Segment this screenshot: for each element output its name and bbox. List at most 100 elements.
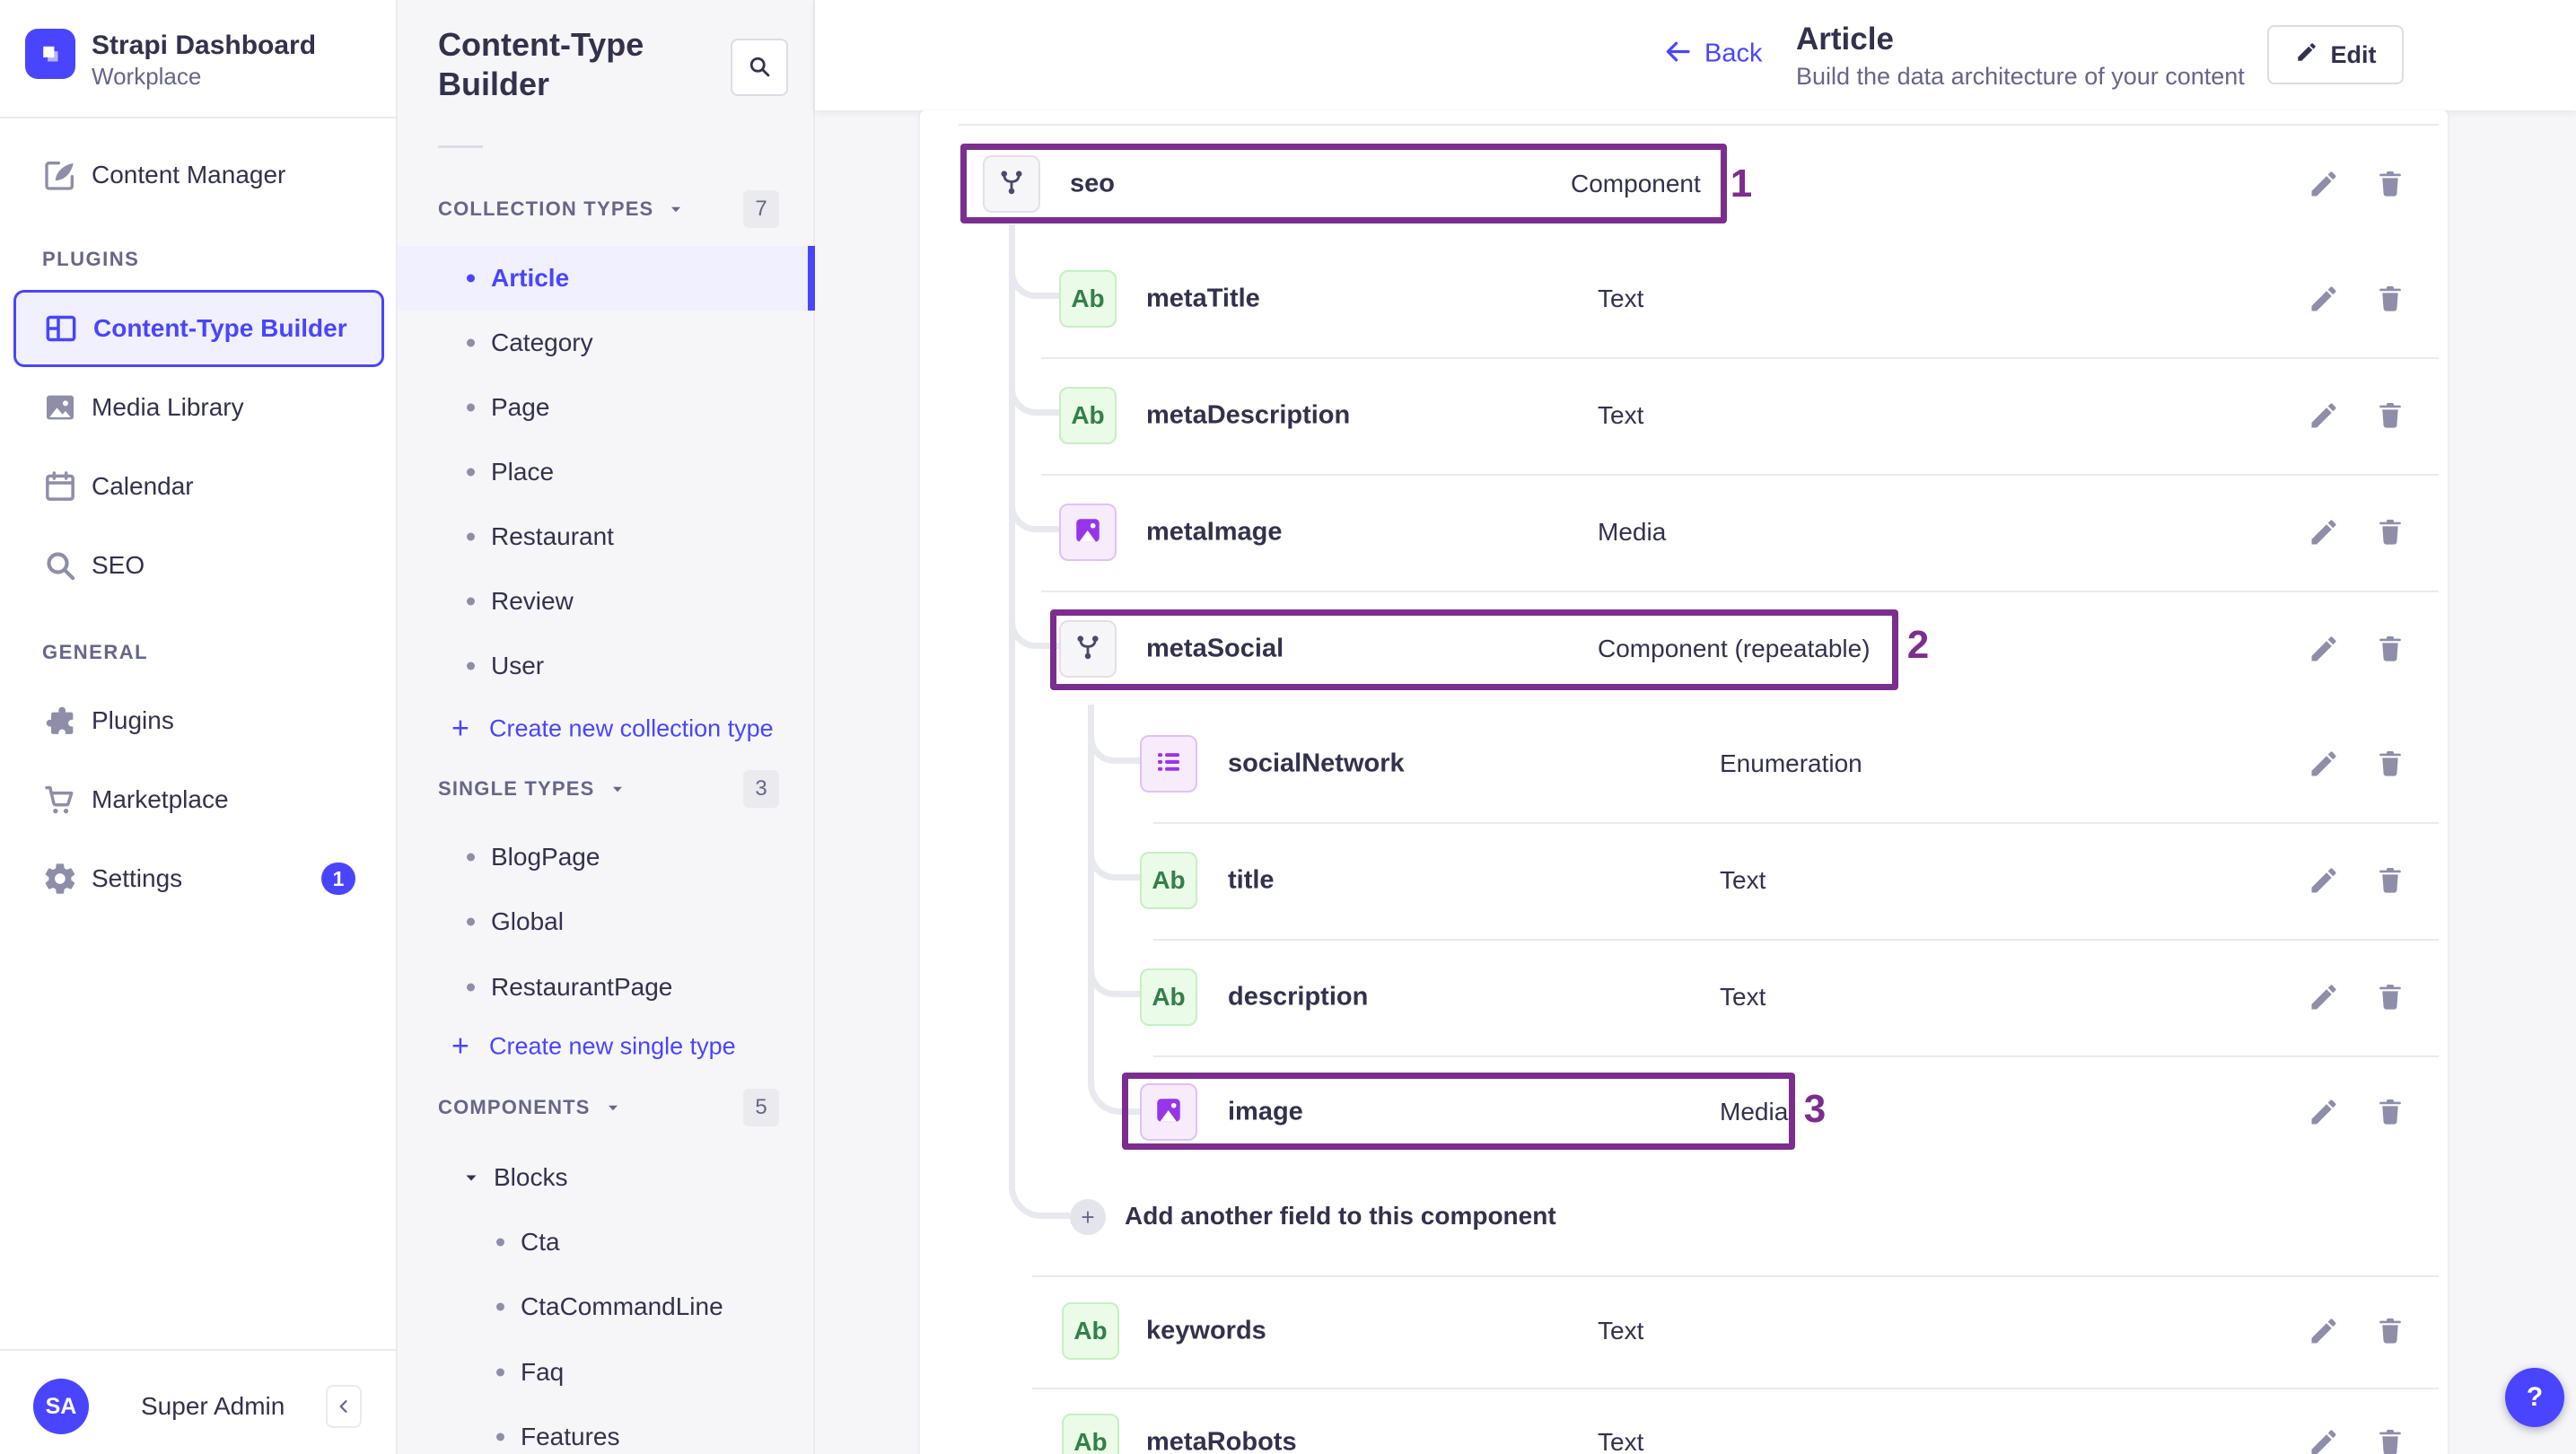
add-field-to-component-label[interactable]: Add another field to this component [1125,1202,1556,1231]
puzzle-icon [42,703,78,739]
row-divider [1032,1388,2439,1389]
edit-field-button[interactable] [2308,748,2340,780]
sidebar-item-settings[interactable]: Settings 1 [0,845,398,913]
panel-section-components[interactable]: COMPONENTS 5 [398,1085,815,1130]
panel-item-faq[interactable]: Faq [398,1340,815,1405]
edit-field-button[interactable] [2308,399,2340,432]
delete-field-button[interactable] [2374,633,2406,665]
panel-item-label: Article [491,264,570,292]
panel-action-label: Create new single type [489,1032,736,1060]
panel-item-features[interactable]: Features [398,1405,815,1454]
search-button[interactable] [731,39,788,96]
panel-section-count: 3 [743,770,779,808]
trash-icon [2374,1430,2406,1454]
delete-field-button[interactable] [2374,1315,2406,1347]
edit-field-button[interactable] [2308,283,2340,315]
panel-section-label: SINGLE TYPES [438,777,595,800]
sidebar-item-label: Settings [92,864,183,892]
sidebar-item-marketplace[interactable]: Marketplace [0,766,398,834]
sidebar-item-media-library[interactable]: Media Library [0,373,398,442]
delete-field-button[interactable] [2374,864,2406,897]
chevron-down-icon [666,199,686,219]
edit-field-button[interactable] [2308,1096,2340,1128]
add-field-to-component-button[interactable]: + [1070,1199,1106,1235]
edit-field-button[interactable] [2308,168,2340,200]
delete-field-button[interactable] [2374,283,2406,315]
pencil-icon [2308,520,2340,551]
collapse-sidebar-button[interactable] [326,1385,362,1428]
field-name-metaimage: metaImage [1146,517,1283,547]
trash-icon [2374,286,2406,318]
panel-item-user[interactable]: User [398,634,815,698]
panel-section-single-types[interactable]: SINGLE TYPES 3 [398,766,815,811]
panel-item-place[interactable]: Place [398,440,815,504]
field-type: Enumeration [1720,749,1862,777]
panel-item-label: Category [491,328,593,356]
delete-field-button[interactable] [2374,168,2406,200]
panel-item-blogpage[interactable]: BlogPage [398,825,815,889]
delete-field-button[interactable] [2374,516,2406,548]
delete-field-button[interactable] [2374,981,2406,1013]
panel-item-cta[interactable]: Cta [398,1210,815,1274]
panel-title: Content-Type Builder [438,26,644,102]
trash-icon [2374,868,2406,899]
user-name: Super Admin [141,1392,285,1420]
panel-section-label: COMPONENTS [438,1096,591,1118]
back-link[interactable]: Back [1663,38,1762,71]
panel-item-restaurantpage[interactable]: RestaurantPage [398,955,815,1020]
sidebar-item-content-type-builder[interactable]: Content-Type Builder [13,290,384,367]
delete-field-button[interactable] [2374,748,2406,780]
delete-field-button[interactable] [2374,1096,2406,1128]
strapi-logo-icon [25,29,75,79]
sidebar-item-content-manager[interactable]: Content Manager [0,141,398,209]
pencil-icon [2308,751,2340,783]
component-field-icon [983,155,1040,213]
panel-item-restaurant[interactable]: Restaurant [398,504,815,569]
sidebar-item-label: Plugins [92,706,174,734]
panel-item-category[interactable]: Category [398,311,815,375]
edit-field-button[interactable] [2308,1426,2340,1454]
bullet-icon [496,1302,504,1311]
search-icon [42,547,78,583]
edit-field-button[interactable] [2308,1315,2340,1347]
panel-item-label: Global [491,907,564,935]
annotation-number: 1 [1730,162,1753,206]
strapi-content-type-builder: Strapi Dashboard Workplace Content Manag… [0,0,2576,1454]
panel-title-divider [438,145,483,148]
panel-group-blocks[interactable]: Blocks [398,1145,815,1210]
text-field-icon: Ab [1140,852,1197,909]
sidebar-item-plugins[interactable]: Plugins [0,687,398,755]
panel-item-article[interactable]: Article [398,246,815,311]
edit-field-button[interactable] [2308,516,2340,548]
panel-section-collection-types[interactable]: COLLECTION TYPES 7 [398,187,815,232]
trash-icon [2374,636,2406,668]
panel-item-label: CtaCommandLine [521,1292,723,1320]
create-create-new-collection-type-link[interactable]: + Create new collection type [398,699,815,758]
delete-field-button[interactable] [2374,1426,2406,1454]
sidebar-item-label: SEO [92,551,145,579]
chevron-down-icon [603,1098,623,1117]
edit-button[interactable]: Edit [2267,25,2404,84]
annotation-highlight-box [1122,1073,1795,1150]
bullet-icon [467,853,475,862]
main-header: Back Article Build the data architecture… [815,0,2576,110]
pencil-icon [2308,171,2340,203]
edit-field-button[interactable] [2308,633,2340,665]
panel-item-label: Features [521,1423,620,1450]
panel-item-ctacommandline[interactable]: CtaCommandLine [398,1274,815,1339]
delete-field-button[interactable] [2374,399,2406,432]
panel-group-label: Blocks [494,1163,568,1191]
row-divider [1153,822,2439,824]
panel-section-count: 5 [743,1089,779,1126]
sidebar-item-calendar[interactable]: Calendar [0,452,398,521]
edit-field-button[interactable] [2308,981,2340,1013]
sidebar-item-seo[interactable]: SEO [0,531,398,600]
pencil-icon [2308,286,2340,318]
panel-item-global[interactable]: Global [398,889,815,954]
panel-item-page[interactable]: Page [398,375,815,440]
field-name-description: description [1228,982,1369,1012]
panel-item-review[interactable]: Review [398,569,815,634]
help-button[interactable]: ? [2505,1368,2564,1427]
create-create-new-single-type-link[interactable]: + Create new single type [398,1017,815,1076]
edit-field-button[interactable] [2308,864,2340,897]
